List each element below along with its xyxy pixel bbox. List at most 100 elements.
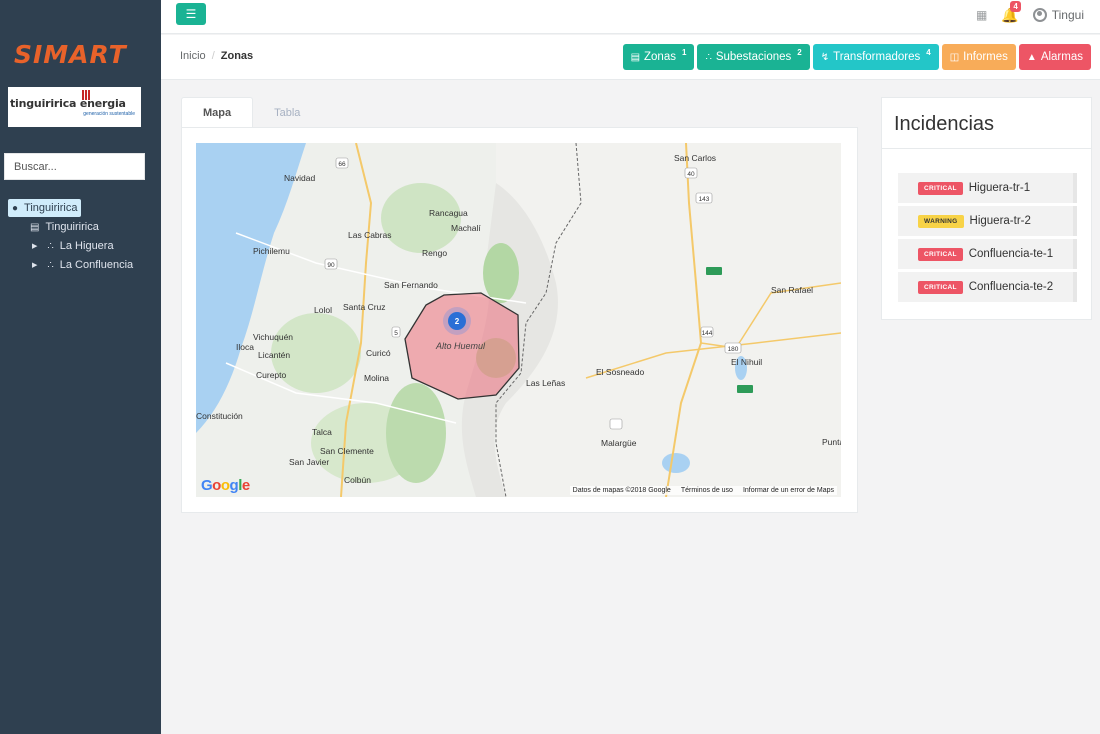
map-place-label: Licantén (258, 350, 290, 360)
tree-node-la-higuera[interactable]: ▶ ∴ La Higuera (32, 237, 114, 255)
critical-badge: CRITICAL (918, 280, 963, 294)
breadcrumb-current: Zonas (220, 50, 254, 62)
alarmas-button[interactable]: ▲ Alarmas (1018, 44, 1091, 70)
road-shield-label: 5 (394, 330, 398, 337)
subestaciones-label: Subestaciones (715, 51, 792, 63)
map-place-label: San Clemente (320, 446, 374, 456)
zone-label[interactable]: Alto Huemul (435, 341, 486, 351)
search-input[interactable] (5, 154, 144, 179)
road-shield-label: 143 (699, 196, 710, 203)
map-report-link[interactable]: Informar de un error de Maps (743, 487, 834, 494)
incidencia-name: Higuera-tr-1 (968, 182, 1031, 194)
zonas-button[interactable]: ▤ Zonas 1 (622, 44, 695, 70)
tree-node-label: La Confluencia (59, 259, 134, 271)
zonas-count: 1 (681, 47, 687, 57)
notifications-badge: 4 (1010, 0, 1021, 12)
sitemap-icon: ∴ (47, 240, 54, 252)
bank-icon: ▤ (630, 51, 641, 63)
tab-mapa[interactable]: Mapa (181, 97, 254, 128)
map-place-label: El Sosneado (596, 367, 644, 377)
informes-button[interactable]: ◫ Informes (941, 44, 1016, 70)
tree-node-label: Tinguiririca (45, 221, 99, 233)
incidencia-item[interactable]: CRITICAL Confluencia-te-1 (898, 239, 1077, 269)
globe-icon: ● (12, 202, 19, 214)
map-place-label: Navidad (284, 173, 315, 183)
incidencia-name: Confluencia-te-2 (968, 281, 1054, 293)
map-footer: Datos de mapas ©2018 Google Términos de … (569, 486, 837, 495)
caret-right-icon[interactable]: ▶ (32, 242, 37, 250)
informes-label: Informes (963, 51, 1008, 63)
search-box[interactable] (4, 153, 145, 180)
road-shield-label: 90 (327, 262, 335, 269)
map-place-label: Machalí (451, 223, 481, 233)
company-logo-mark (82, 89, 96, 100)
incidencia-name: Confluencia-te-1 (968, 248, 1054, 260)
map[interactable]: San Carlos Navidad Rancagua Machalí Las Cabr… (196, 143, 841, 497)
road-shield-label: 144 (702, 330, 713, 337)
map-place-label: Lolol (314, 305, 332, 315)
toggle-menu-button[interactable]: ☰ (176, 3, 206, 25)
notifications-button[interactable]: 🔔 4 (1001, 0, 1021, 24)
hamburger-icon: ☰ (185, 7, 197, 21)
subestaciones-count: 2 (797, 47, 802, 57)
map-place-label: Pichilemu (253, 246, 290, 256)
incidencias-title: Incidencias (882, 98, 1091, 149)
top-navbar: ☰ ▦ 🔔 4 Tingui (161, 0, 1100, 34)
tree-node-zone[interactable]: ▤ Tinguiririca (30, 218, 99, 236)
transformadores-label: Transformadores (833, 51, 921, 63)
user-menu[interactable]: Tingui (1032, 8, 1084, 22)
map-terms-link[interactable]: Términos de uso (681, 487, 733, 494)
map-place-label: Constitución (196, 411, 243, 421)
map-place-label: San Rafael (771, 285, 813, 295)
map-place-label: Las Cabras (348, 230, 391, 240)
map-place-label: Rancagua (429, 208, 468, 218)
map-place-label: Curicó (366, 348, 391, 358)
transformadores-button[interactable]: ↯ Transformadores 4 (812, 44, 939, 70)
zonas-label: Zonas (644, 51, 676, 63)
road-shield-label: 180 (728, 346, 739, 353)
bolt-icon: ↯ (820, 51, 830, 63)
tab-tabla[interactable]: Tabla (253, 97, 321, 128)
map-canvas[interactable]: San Carlos Navidad Rancagua Machalí Las Cabr… (196, 143, 841, 497)
map-place-label: San Fernando (384, 280, 438, 290)
incidencias-panel: Incidencias CRITICAL Higuera-tr-1 WARNIN… (881, 97, 1092, 320)
bell-icon: ▲ (1026, 51, 1037, 63)
file-icon: ◫ (949, 51, 960, 63)
view-tabs: Mapa Tabla (181, 97, 321, 128)
map-place-label: Las Leñas (526, 378, 565, 388)
incidencia-item[interactable]: CRITICAL Confluencia-te-2 (898, 272, 1077, 302)
map-place-label: Punta del Agua (822, 437, 841, 447)
tree-node-root[interactable]: ● Tinguiririca (8, 199, 82, 217)
map-place-label: Colbún (344, 475, 371, 485)
map-place-label: Rengo (422, 248, 447, 258)
user-icon (1032, 8, 1047, 22)
road-shield-label: 66 (338, 161, 346, 168)
user-name: Tingui (1051, 8, 1084, 22)
alarmas-label: Alarmas (1040, 51, 1083, 63)
simart-logo: SIMART (14, 40, 127, 69)
translate-icon[interactable]: ▦ (976, 8, 987, 22)
subestaciones-button[interactable]: ∴ Subestaciones 2 (697, 44, 810, 70)
critical-badge: CRITICAL (918, 181, 963, 195)
caret-right-icon[interactable]: ▶ (32, 261, 37, 269)
map-place-label: El Nihuil (731, 357, 762, 367)
bank-icon: ▤ (30, 221, 40, 233)
google-logo: Google (201, 477, 250, 494)
company-logo-text: tinguiririca energia (10, 97, 126, 110)
tree-node-la-confluencia[interactable]: ▶ ∴ La Confluencia (32, 256, 133, 274)
page-heading: Inicio / Zonas ▤ Zonas 1 ∴ Subestaciones 2 ↯… (161, 35, 1100, 80)
incidencia-item[interactable]: WARNING Higuera-tr-2 (898, 206, 1077, 236)
tree-node-label: Tinguiririca (24, 202, 78, 214)
map-place-label: Malargüe (601, 438, 637, 448)
company-logo-tagline: generación sustentable (83, 111, 135, 117)
breadcrumb: Inicio / Zonas (180, 50, 254, 62)
incidencia-item[interactable]: CRITICAL Higuera-tr-1 (898, 173, 1077, 203)
sitemap-icon: ∴ (47, 259, 54, 271)
map-place-label: Iloca (236, 342, 254, 352)
tree-node-label: La Higuera (59, 240, 114, 252)
critical-badge: CRITICAL (918, 247, 963, 261)
cluster-marker[interactable]: 2 (455, 317, 460, 326)
breadcrumb-home[interactable]: Inicio (180, 50, 206, 62)
map-place-label: Santa Cruz (343, 302, 386, 312)
company-logo: tinguiririca energia generación sustenta… (8, 87, 141, 127)
